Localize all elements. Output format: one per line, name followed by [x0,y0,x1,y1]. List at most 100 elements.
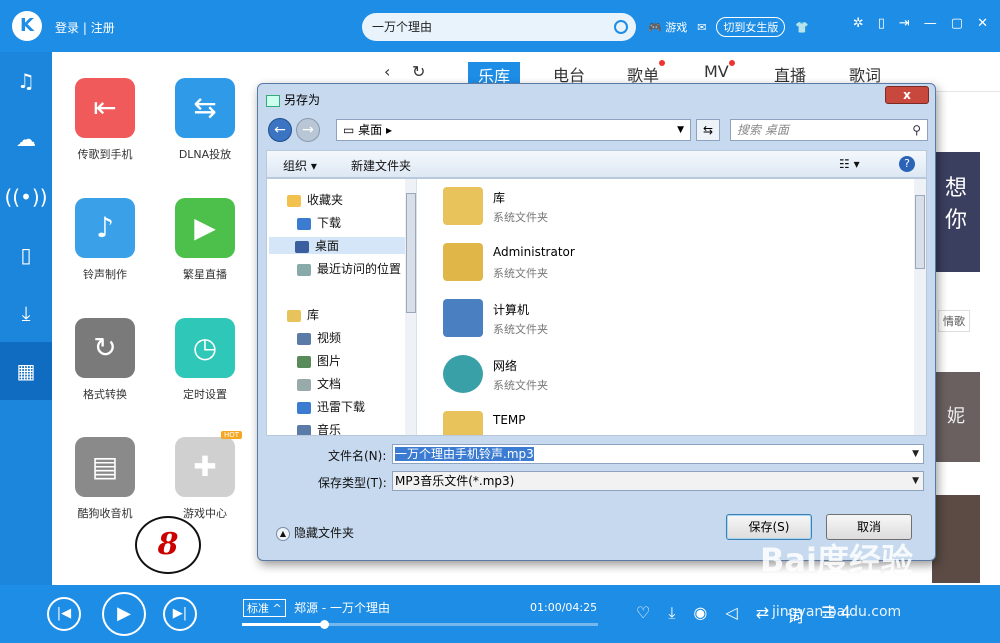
new-folder-button[interactable]: 新建文件夹 [351,157,411,174]
filename-label: 文件名(N): [328,449,387,463]
top-bar: K 登录 | 注册 一万个理由 🎮 游戏 ✉ 切到女生版 👕 ✲ ▯ ⇥ — ▢… [0,0,1000,52]
tree-item-library[interactable]: 库 [287,306,319,323]
skin-icon[interactable]: 👕 [795,21,809,34]
dialog-toolbar: 组织 ▾ 新建文件夹 ☷ ▾ ? [266,150,927,178]
download-icon[interactable]: ⤓ [668,603,675,627]
play-mode-icon[interactable]: ⇄ [756,603,769,627]
tree-item-pictures[interactable]: 图片 [297,352,341,369]
back-icon[interactable]: ‹ [384,62,390,81]
window-icon [266,94,280,107]
tree-item-favorites[interactable]: 收藏夹 [287,191,343,208]
settings-icon[interactable]: ✲ [853,16,864,31]
tree-item-music[interactable]: 音乐 [297,421,341,435]
banner-image[interactable]: 想你 [932,152,980,272]
banner-image-2[interactable]: 妮 [932,372,980,462]
quality-selector[interactable]: 标准 ^ [243,599,286,617]
now-playing-title[interactable]: 郑源 - 一万个理由 [294,599,390,616]
close-icon[interactable]: ✕ [977,16,988,31]
tool-timer[interactable]: ◷ 定时设置 [160,318,250,402]
kugou-logo[interactable]: K [12,11,42,41]
scroll-thumb[interactable] [406,193,416,313]
tool-label: DLNA投放 [178,148,232,161]
file-list: 库 系统文件夹 Administrator 系统文件夹 计算机 系统文件夹 网络… [423,179,913,435]
tree-item-documents[interactable]: 文档 [297,375,341,392]
help-icon[interactable]: ? [899,156,915,172]
search-input[interactable]: 一万个理由 [362,13,636,41]
volume-icon[interactable]: ◁ [725,603,737,627]
navigation-tree: 收藏夹 下载 桌面 最近访问的位置 库 视频 图片 文档 迅雷下载 音乐 [267,179,417,435]
maximize-icon[interactable]: ▢ [951,16,963,31]
dialog-search-input[interactable]: 搜索 桌面 ⚲ [730,119,928,141]
tree-item-recent[interactable]: 最近访问的位置 [297,260,401,277]
mail-icon[interactable]: ✉ [697,21,706,34]
tool-radio[interactable]: ▤ 酷狗收音机 [60,437,150,521]
tag-qingge[interactable]: 情歌 [938,310,970,332]
cloud-icon[interactable]: ☁ [0,110,52,168]
games-link[interactable]: 🎮 游戏 [648,19,687,35]
file-item[interactable]: Administrator 系统文件夹 [443,239,743,287]
favorite-icon[interactable]: ♡ [636,603,650,627]
organize-button[interactable]: 组织 ▾ [283,157,317,174]
view-options-icon[interactable]: ☷ ▾ [839,157,860,171]
filename-value: 一万个理由手机铃声.mp3 [395,447,534,461]
next-track-icon[interactable]: ▶| [163,597,197,631]
sound-effect-icon[interactable]: ◉ [693,603,707,627]
mobile-icon[interactable]: ▯ [878,16,885,31]
filetype-select[interactable]: MP3音乐文件(*.mp3) ▼ [392,471,924,491]
mini-mode-icon[interactable]: ⇥ [899,16,910,31]
register-link[interactable]: 注册 [91,21,115,35]
minimize-icon[interactable]: — [924,16,937,31]
search-icon[interactable] [614,20,628,34]
phone-transfer-icon: ⇤ [75,78,135,138]
tree-item-thunder[interactable]: 迅雷下载 [297,398,365,415]
chevron-down-icon[interactable]: ▼ [912,472,919,490]
file-item[interactable]: 库 系统文件夹 [443,183,743,231]
previous-track-icon[interactable]: |◀ [47,597,81,631]
tree-item-video[interactable]: 视频 [297,329,341,346]
tool-dlna[interactable]: ⇆ DLNA投放 [160,78,250,162]
tool-game-center[interactable]: ✚ HOT 游戏中心 [160,431,250,521]
tool-transfer-to-phone[interactable]: ⇤ 传歌到手机 [60,78,150,162]
tool-ringtone-maker[interactable]: ♪ 铃声制作 [60,198,150,282]
tab-mv[interactable]: MV [704,60,735,81]
login-link[interactable]: 登录 [55,21,79,35]
back-arrow-icon[interactable]: ← [268,118,292,142]
refresh-icon[interactable]: ↻ [412,62,425,81]
chevron-down-icon[interactable]: ▼ [912,445,919,463]
file-item[interactable]: TEMP [443,407,743,435]
music-note-icon[interactable]: ♫ [0,52,52,110]
radio-antenna-icon[interactable]: ((•)) [0,168,52,226]
file-item[interactable]: 计算机 系统文件夹 [443,295,743,343]
tree-item-desktop[interactable]: 桌面 [269,237,405,254]
file-list-scrollbar[interactable] [914,179,926,435]
hot-badge: HOT [220,431,242,439]
forward-arrow-icon[interactable]: → [296,118,320,142]
progress-fill [242,623,324,626]
file-item[interactable]: 网络 系统文件夹 [443,351,743,399]
progress-bar[interactable] [242,620,598,629]
progress-knob[interactable] [319,620,329,629]
switch-version-button[interactable]: 切到女生版 [716,17,786,37]
computer-icon [443,299,483,337]
address-bar[interactable]: ▭ 桌面 ▸ ▼ [336,119,691,141]
user-folder-icon [443,243,483,281]
refresh-button[interactable]: ⇆ [696,119,720,141]
play-icon[interactable]: ▶ [102,592,146,636]
download-icon[interactable]: ⤓ [0,284,52,342]
filename-input[interactable]: 一万个理由手机铃声.mp3 ▼ [392,444,924,464]
hide-folders-toggle[interactable]: ▲ 隐藏文件夹 [276,524,354,541]
tool-fanxing-live[interactable]: ▶ 繁星直播 [160,198,250,282]
dialog-close-button[interactable]: x [885,86,929,104]
tree-scrollbar[interactable] [405,179,416,435]
chevron-down-icon[interactable]: ▼ [677,120,684,140]
scroll-thumb[interactable] [915,195,925,269]
dlna-icon: ⇆ [175,78,235,138]
apps-grid-icon[interactable]: ▦ [0,342,52,400]
convert-icon: ↻ [75,318,135,378]
device-icon[interactable]: ▯ [0,226,52,284]
window-controls: ✲ ▯ ⇥ — ▢ ✕ [853,16,988,31]
tool-format-convert[interactable]: ↻ 格式转换 [60,318,150,402]
tool-label: 酷狗收音机 [77,507,133,520]
banner-image-3[interactable] [932,495,980,583]
tree-item-downloads[interactable]: 下载 [297,214,341,231]
